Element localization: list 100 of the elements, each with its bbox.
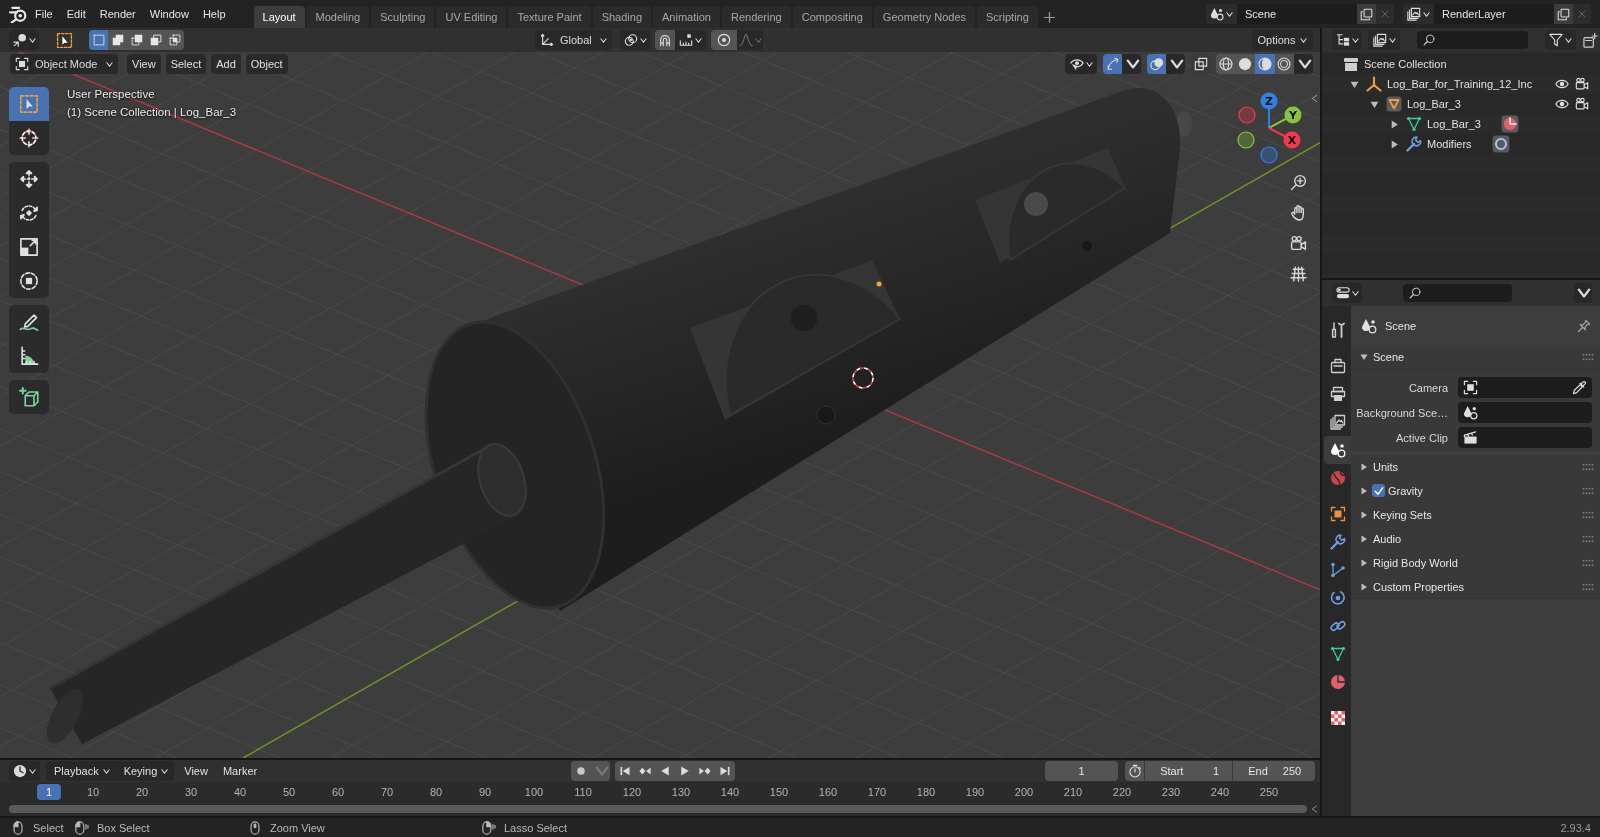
falloff-dropdown[interactable] (737, 30, 763, 50)
selection-mode-button[interactable] (89, 30, 108, 50)
workspace-tab[interactable]: UV Editing (436, 6, 507, 28)
snap-target-dropdown[interactable] (675, 30, 706, 50)
editor-type-button[interactable] (1332, 283, 1362, 303)
viewport-toggle-button[interactable] (1103, 54, 1122, 74)
options-dropdown[interactable]: Options (1252, 30, 1313, 50)
dropdown-button[interactable]: Keying (115, 761, 175, 781)
outliner-item[interactable]: Log_Bar_3 (1322, 114, 1600, 134)
tool-button[interactable] (9, 264, 49, 298)
tool-button[interactable] (9, 380, 49, 414)
panel-header[interactable]: Gravity (1351, 479, 1600, 503)
gizmo-axis-button[interactable]: Y (1268, 106, 1302, 129)
menu-item[interactable]: Select (165, 54, 207, 74)
new-collection-button[interactable] (1583, 31, 1599, 49)
preview-range-button[interactable] (1125, 761, 1145, 781)
panel-header[interactable]: Rigid Body World (1351, 551, 1600, 575)
end-frame-field[interactable]: End 250 (1232, 761, 1316, 781)
menu-item[interactable]: Help (195, 0, 233, 28)
auto-keying-button[interactable] (571, 761, 592, 781)
menu-item[interactable]: Window (142, 0, 196, 28)
timeline-scrollbar[interactable] (9, 805, 1307, 813)
editor-type-button[interactable] (9, 30, 39, 50)
properties-tab[interactable] (1324, 436, 1351, 464)
negative-axis-icon[interactable] (1238, 106, 1256, 124)
workspace-tab[interactable]: Sculpting (371, 6, 435, 28)
proportional-editing-toggle[interactable] (711, 30, 737, 50)
workspace-tab[interactable]: Rendering (721, 6, 791, 28)
current-frame-field[interactable]: 1 (1045, 761, 1119, 781)
outliner-item[interactable]: Modifiers (1322, 134, 1600, 154)
panel-header[interactable]: Scene (1351, 345, 1600, 369)
pivot-dropdown[interactable] (620, 30, 650, 50)
visibility-dropdown[interactable] (1065, 54, 1097, 74)
search-field[interactable] (1417, 31, 1528, 49)
triangle-right-icon[interactable] (1390, 119, 1399, 129)
shading-mode-button[interactable] (1235, 54, 1255, 74)
checkbox[interactable] (1372, 484, 1385, 497)
orientation-dropdown[interactable]: Global (535, 30, 612, 50)
app-logo-icon[interactable] (9, 5, 27, 23)
workspace-tab[interactable]: Scripting (977, 6, 1038, 28)
start-frame-field[interactable]: Start 1 (1144, 761, 1233, 781)
menu-item[interactable]: Edit (59, 0, 93, 28)
eyedropper-icon[interactable] (1572, 380, 1587, 395)
menu-item[interactable]: File (28, 0, 60, 28)
triangle-down-icon[interactable] (1370, 99, 1379, 109)
eye-icon[interactable] (1555, 77, 1569, 91)
camera-icon[interactable] (1575, 97, 1589, 111)
toggle-options-dropdown[interactable] (1122, 54, 1141, 74)
chevron-left-icon[interactable] (1311, 804, 1318, 814)
workspace-tab[interactable]: Modeling (306, 6, 370, 28)
scene-browse-button[interactable] (1206, 4, 1237, 24)
view-layer-browse-button[interactable] (1403, 4, 1434, 24)
panel-header[interactable]: Keying Sets (1351, 503, 1600, 527)
panel-header[interactable]: Custom Properties (1351, 575, 1600, 599)
workspace-tab[interactable]: Layout (253, 6, 305, 28)
panel-header[interactable]: Audio (1351, 527, 1600, 551)
negative-axis-icon[interactable] (1237, 131, 1255, 149)
menu-item[interactable]: View (127, 54, 161, 74)
triangle-down-icon[interactable] (1350, 79, 1359, 89)
shading-mode-button[interactable] (1216, 54, 1236, 74)
tool-button[interactable] (9, 162, 49, 196)
workspace-tab[interactable]: Shading (592, 6, 652, 28)
menu-item[interactable]: Render (92, 0, 143, 28)
shading-mode-button[interactable] (1274, 54, 1294, 74)
negative-axis-icon[interactable] (1260, 146, 1278, 164)
viewport-toggle-button[interactable] (1191, 54, 1210, 74)
menu-item[interactable]: Add (211, 54, 241, 74)
jump-to-end-button[interactable] (715, 761, 736, 781)
gizmo-axis-button[interactable]: Z (1260, 92, 1278, 129)
workspace-tab[interactable]: Compositing (792, 6, 872, 28)
view-layer-name-field[interactable]: RenderLayer (1434, 4, 1554, 24)
outliner-item[interactable]: Log_Bar_3 (1322, 94, 1600, 114)
auto-keying-options-button[interactable] (591, 761, 611, 781)
camera-icon[interactable] (1575, 77, 1589, 91)
remove-button[interactable] (1376, 4, 1394, 24)
menu-item[interactable]: Object (245, 54, 288, 74)
data-block-field[interactable] (1458, 427, 1592, 448)
workspace-tab[interactable]: Texture Paint (508, 6, 591, 28)
dropdown-button[interactable]: Playback (46, 761, 116, 781)
outliner-item[interactable]: Scene Collection (1322, 54, 1600, 74)
data-block-field[interactable] (1458, 402, 1592, 423)
menu-item[interactable]: View (179, 761, 213, 781)
jump-to-start-button[interactable] (615, 761, 636, 781)
view-layer-filter-button[interactable] (1368, 30, 1400, 50)
tool-button[interactable] (9, 305, 49, 339)
menu-item[interactable]: Marker (217, 761, 263, 781)
triangle-right-icon[interactable] (1390, 139, 1399, 149)
outliner-item[interactable]: Log_Bar_for_Training_12_Inc (1322, 74, 1600, 94)
toggle-options-dropdown[interactable] (1166, 54, 1185, 74)
tool-button[interactable] (9, 339, 49, 373)
selection-mode-button[interactable] (165, 30, 184, 50)
chevron-left-icon[interactable] (1311, 93, 1318, 104)
viewport-toggle-button[interactable] (1147, 54, 1166, 74)
data-block-field[interactable] (1458, 377, 1592, 398)
panel-header[interactable]: Units (1351, 455, 1600, 479)
pin-button[interactable] (1577, 319, 1591, 333)
search-field[interactable] (1403, 284, 1512, 302)
editor-type-button[interactable] (9, 761, 40, 781)
remove-button[interactable] (1573, 4, 1591, 24)
eye-icon[interactable] (1555, 97, 1569, 111)
